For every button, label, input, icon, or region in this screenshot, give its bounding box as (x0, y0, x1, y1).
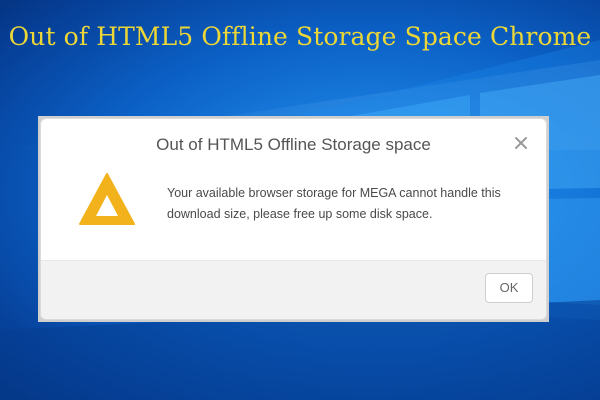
storage-warning-dialog: Out of HTML5 Offline Storage space Your … (38, 116, 549, 322)
dialog-footer: OK (41, 260, 546, 319)
message-line-2: download size, please free up some disk … (167, 207, 433, 221)
page-headline: Out of HTML5 Offline Storage Space Chrom… (8, 22, 592, 51)
close-icon[interactable] (512, 134, 530, 152)
warning-triangle-icon (77, 171, 137, 227)
message-line-1: Your available browser storage for MEGA … (167, 186, 501, 200)
dialog-title: Out of HTML5 Offline Storage space (156, 135, 431, 154)
dialog-body: Out of HTML5 Offline Storage space Your … (40, 118, 547, 320)
ok-button[interactable]: OK (485, 273, 533, 303)
dialog-message: Your available browser storage for MEGA … (167, 183, 537, 225)
